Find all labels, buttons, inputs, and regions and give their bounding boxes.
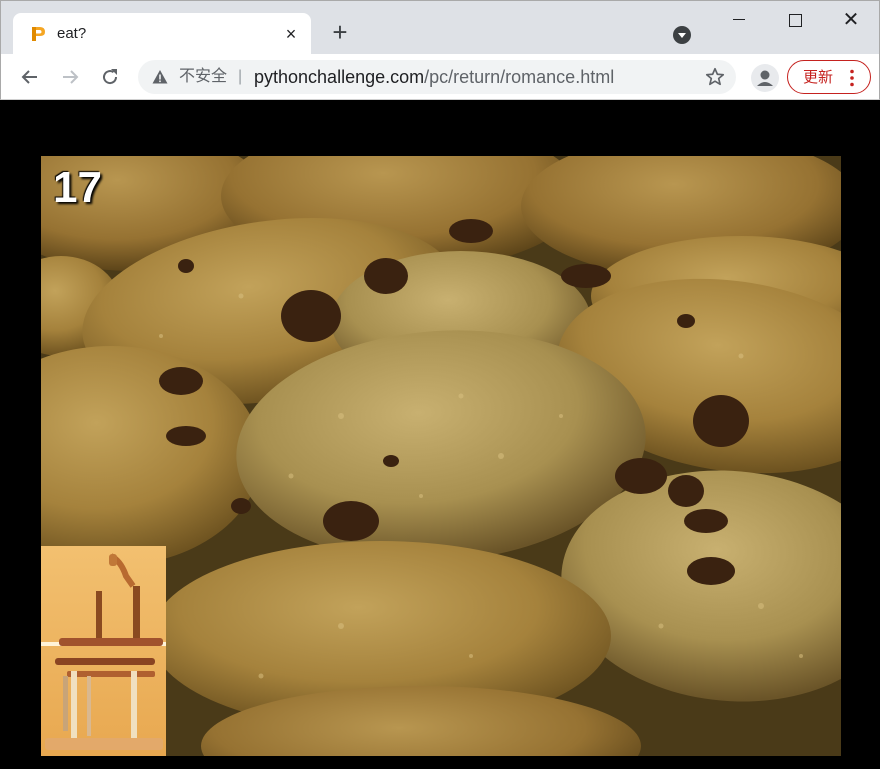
- tab-close-button[interactable]: ×: [281, 24, 301, 44]
- reload-button[interactable]: [97, 64, 123, 90]
- level-number: 17: [53, 163, 102, 212]
- new-tab-button[interactable]: +: [327, 19, 353, 46]
- tab-eat[interactable]: eat? ×: [13, 13, 311, 55]
- profile-avatar-icon[interactable]: [751, 64, 779, 92]
- url-text[interactable]: pythonchallenge.com/pc/return/romance.ht…: [254, 67, 614, 87]
- cookies-image: 17: [41, 156, 841, 756]
- forward-button[interactable]: [57, 64, 83, 90]
- tab-search-icon[interactable]: [673, 26, 691, 44]
- wooden-loom-photo: [41, 546, 166, 756]
- arrow-right-icon: [63, 70, 79, 84]
- more-vert-icon: [850, 69, 854, 87]
- bookmark-star-icon[interactable]: [704, 66, 726, 88]
- url-path: /pc/return/romance.html: [424, 67, 615, 87]
- page-content: 17: [1, 101, 879, 769]
- toolbar: 不安全 | pythonchallenge.com/pc/return/roma…: [0, 54, 880, 100]
- address-bar[interactable]: 不安全 | pythonchallenge.com/pc/return/roma…: [138, 60, 736, 94]
- url-host: pythonchallenge.com: [254, 67, 425, 87]
- arrow-left-icon: [21, 70, 37, 84]
- person-icon: [757, 70, 773, 86]
- minimize-button[interactable]: [715, 1, 763, 37]
- update-label: 更新: [803, 69, 834, 86]
- tab-title: eat?: [57, 25, 87, 42]
- maximize-button[interactable]: [771, 1, 819, 37]
- tab-strip: eat? × + ✕: [0, 0, 880, 55]
- url-separator: |: [238, 68, 243, 85]
- warning-icon[interactable]: [152, 69, 168, 85]
- security-status[interactable]: 不安全: [179, 68, 227, 86]
- python-challenge-logo-icon: [32, 27, 45, 41]
- close-window-button[interactable]: ✕: [827, 1, 875, 37]
- back-button[interactable]: [17, 64, 43, 90]
- update-button[interactable]: 更新: [787, 60, 871, 94]
- browser-window: eat? × + ✕ 不安全 | pythonchallenge.com/pc/…: [0, 0, 880, 769]
- reload-icon: [103, 69, 118, 85]
- loom-inset-image: [41, 546, 166, 756]
